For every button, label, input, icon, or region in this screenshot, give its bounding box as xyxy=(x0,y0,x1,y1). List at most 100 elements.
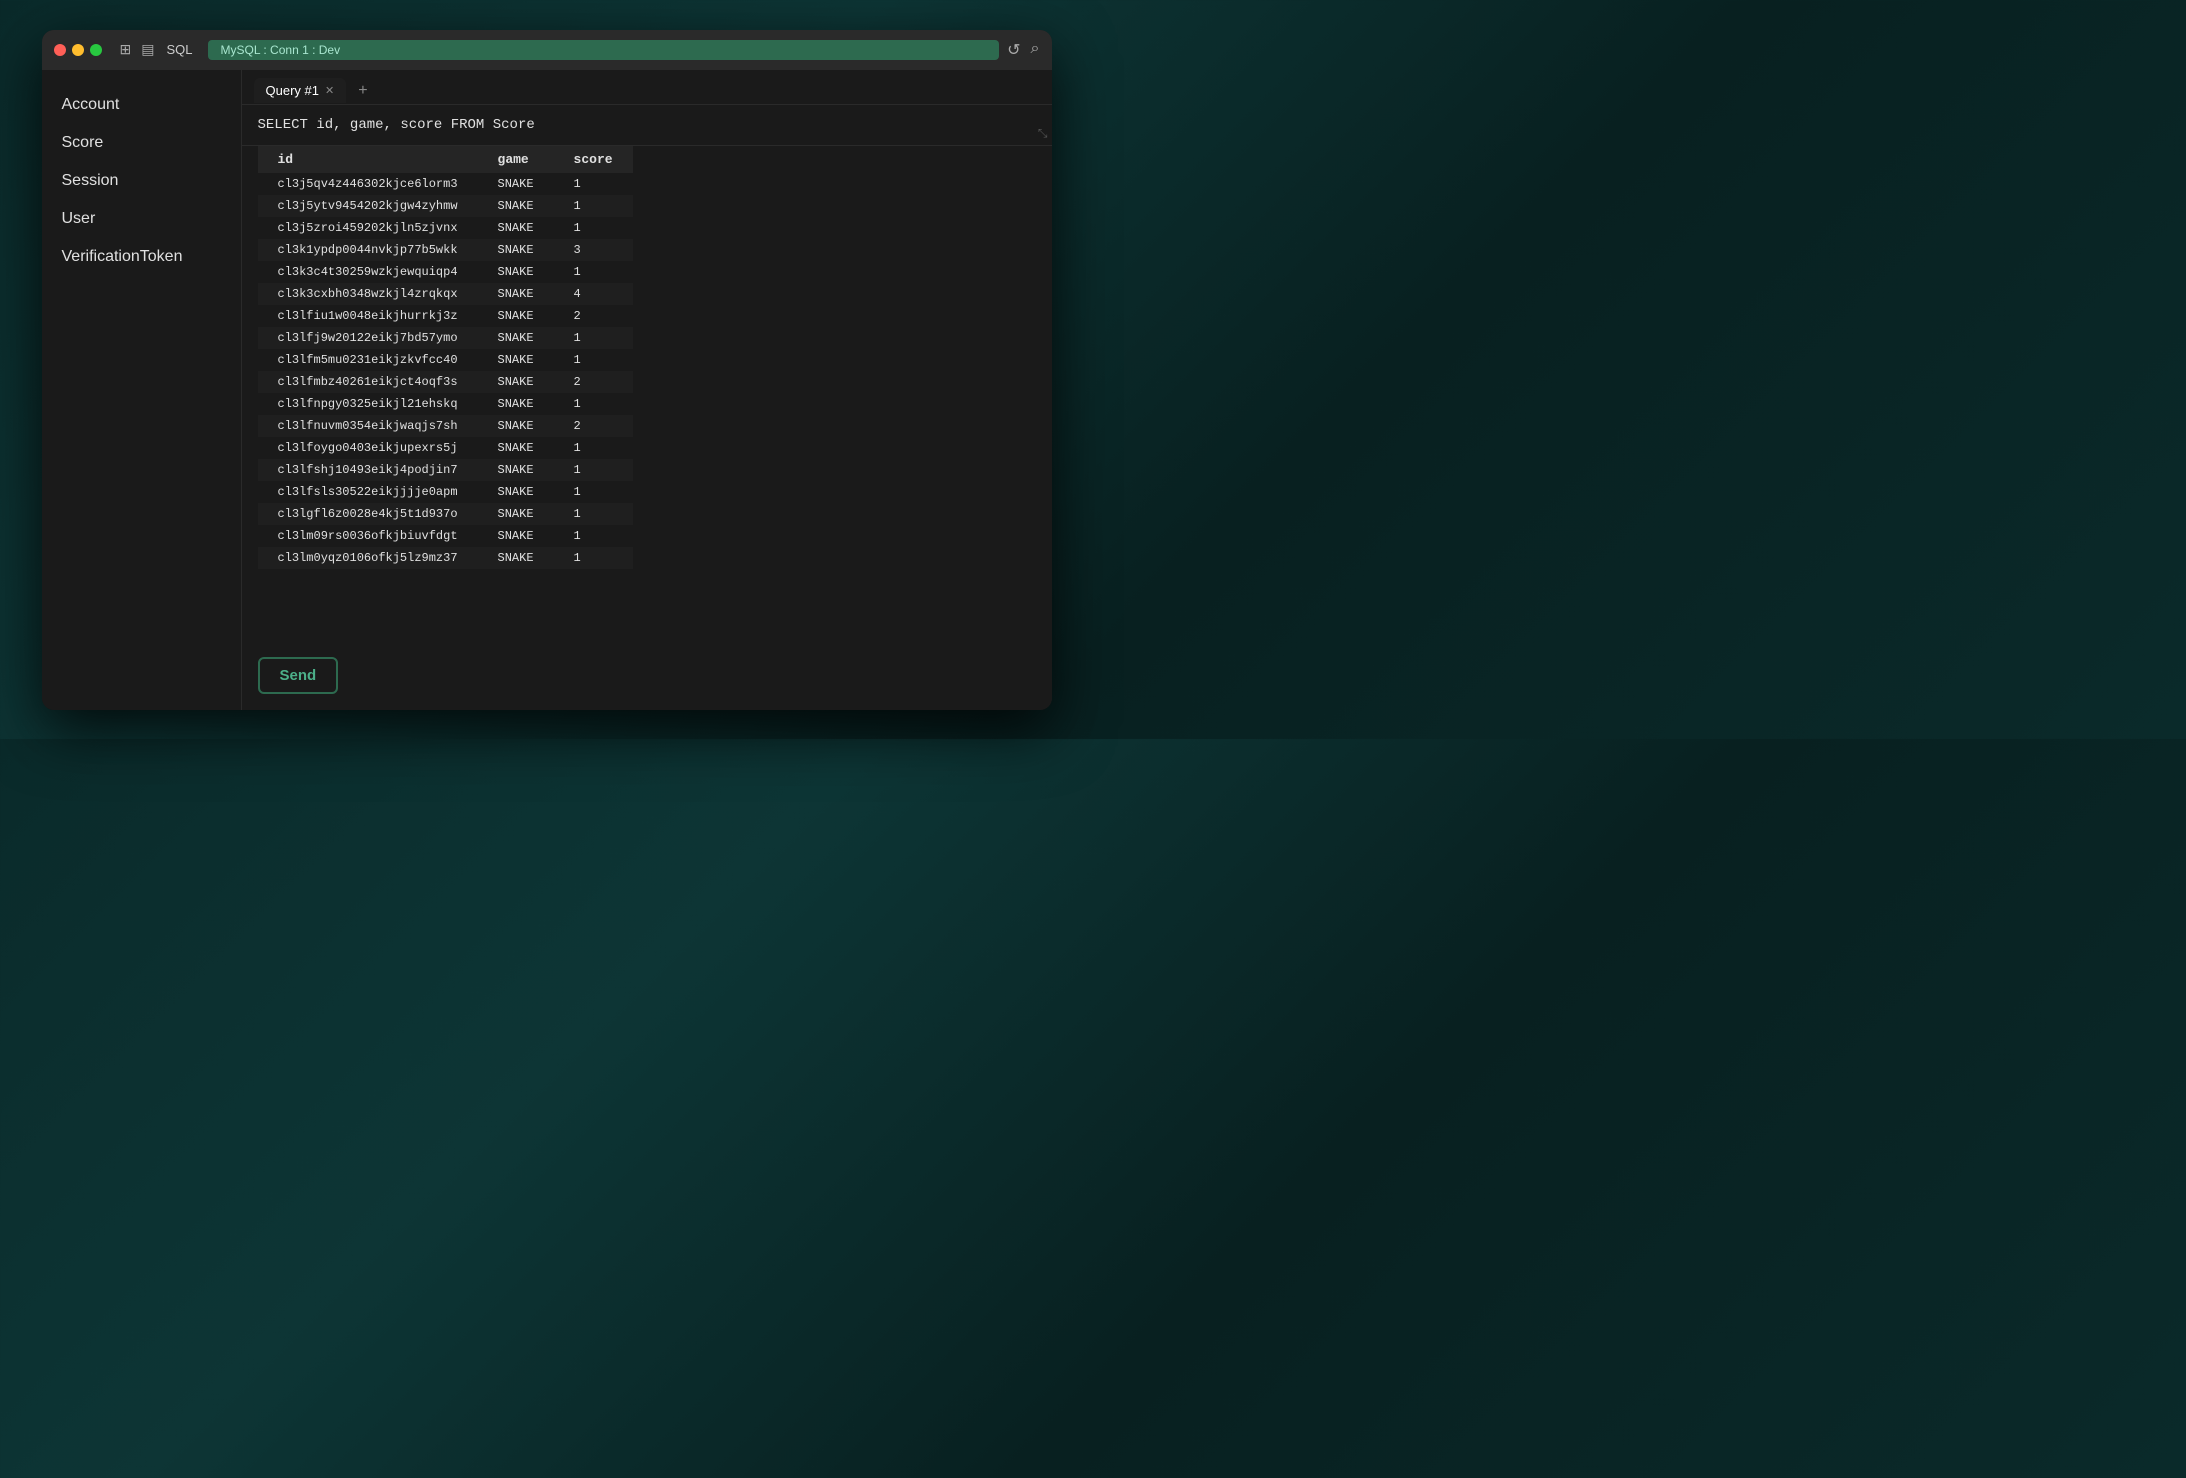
sql-label: SQL xyxy=(166,42,192,57)
cell-game: SNAKE xyxy=(478,305,554,327)
cell-score: 1 xyxy=(554,525,633,547)
cell-score: 1 xyxy=(554,261,633,283)
col-header-id: id xyxy=(258,146,478,173)
cell-id: cl3j5qv4z446302kjce6lorm3 xyxy=(258,173,478,195)
close-button[interactable] xyxy=(54,44,66,56)
titlebar-icons: ⊞ ▤ xyxy=(120,41,155,58)
table-row: cl3lfnpgy0325eikjl21ehskqSNAKE1 xyxy=(258,393,633,415)
cell-game: SNAKE xyxy=(478,459,554,481)
cell-id: cl3lfm5mu0231eikjzkvfcc40 xyxy=(258,349,478,371)
cell-game: SNAKE xyxy=(478,393,554,415)
cell-score: 4 xyxy=(554,283,633,305)
sidebar-item[interactable]: Session xyxy=(42,162,241,200)
table-row: cl3j5ytv9454202kjgw4zyhmwSNAKE1 xyxy=(258,195,633,217)
cell-score: 1 xyxy=(554,437,633,459)
table-row: cl3k1ypdp0044nvkjp77b5wkkSNAKE3 xyxy=(258,239,633,261)
cell-id: cl3lfshj10493eikj4podjin7 xyxy=(258,459,478,481)
maximize-button[interactable] xyxy=(90,44,102,56)
minimize-button[interactable] xyxy=(72,44,84,56)
cell-game: SNAKE xyxy=(478,437,554,459)
cell-id: cl3lfsls30522eikjjjje0apm xyxy=(258,481,478,503)
cell-id: cl3lm0yqz0106ofkj5lz9mz37 xyxy=(258,547,478,569)
resize-handle[interactable]: ⤡ xyxy=(1038,126,1048,141)
cell-id: cl3j5zroi459202kjln5zjvnx xyxy=(258,217,478,239)
sidebar-item[interactable]: User xyxy=(42,200,241,238)
table-row: cl3lfiu1w0048eikjhurrkj3zSNAKE2 xyxy=(258,305,633,327)
cell-score: 1 xyxy=(554,481,633,503)
main-content: AccountScoreSessionUserVerificationToken… xyxy=(42,70,1052,710)
cell-score: 1 xyxy=(554,459,633,481)
tab-label: Query #1 xyxy=(266,83,319,98)
table-row: cl3k3c4t30259wzkjewquiqp4SNAKE1 xyxy=(258,261,633,283)
cell-id: cl3lfoygo0403eikjupexrs5j xyxy=(258,437,478,459)
search-icon[interactable]: ⌕ xyxy=(1031,40,1040,60)
cell-id: cl3lm09rs0036ofkjbiuvfdgt xyxy=(258,525,478,547)
traffic-lights xyxy=(54,44,102,56)
cell-score: 1 xyxy=(554,349,633,371)
cell-game: SNAKE xyxy=(478,195,554,217)
sidebar: AccountScoreSessionUserVerificationToken xyxy=(42,70,242,710)
app-window: ⊞ ▤ SQL MySQL : Conn 1 : Dev ↺ ⌕ Account… xyxy=(42,30,1052,710)
col-header-game: game xyxy=(478,146,554,173)
cell-id: cl3j5ytv9454202kjgw4zyhmw xyxy=(258,195,478,217)
table-row: cl3lfj9w20122eikj7bd57ymoSNAKE1 xyxy=(258,327,633,349)
cell-score: 1 xyxy=(554,393,633,415)
tab-query1[interactable]: Query #1 ✕ xyxy=(254,78,347,103)
cell-score: 2 xyxy=(554,371,633,393)
table-header-row: id game score xyxy=(258,146,633,173)
table-row: cl3lm09rs0036ofkjbiuvfdgtSNAKE1 xyxy=(258,525,633,547)
table-row: cl3lm0yqz0106ofkj5lz9mz37SNAKE1 xyxy=(258,547,633,569)
table-row: cl3lfnuvm0354eikjwaqjs7shSNAKE2 xyxy=(258,415,633,437)
cell-id: cl3k1ypdp0044nvkjp77b5wkk xyxy=(258,239,478,261)
table-row: cl3j5zroi459202kjln5zjvnxSNAKE1 xyxy=(258,217,633,239)
sidebar-item[interactable]: Account xyxy=(42,86,241,124)
col-header-score: score xyxy=(554,146,633,173)
query-editor[interactable]: SELECT id, game, score FROM Score ⤡ xyxy=(242,105,1052,146)
sidebar-item[interactable]: VerificationToken xyxy=(42,238,241,276)
refresh-icon[interactable]: ↺ xyxy=(1007,40,1020,60)
cell-game: SNAKE xyxy=(478,525,554,547)
cell-score: 2 xyxy=(554,415,633,437)
cell-score: 1 xyxy=(554,503,633,525)
titlebar-actions: ↺ ⌕ xyxy=(1007,40,1039,60)
cell-game: SNAKE xyxy=(478,349,554,371)
cell-id: cl3lfnpgy0325eikjl21ehskq xyxy=(258,393,478,415)
tab-add-button[interactable]: + xyxy=(350,78,375,104)
cell-id: cl3k3c4t30259wzkjewquiqp4 xyxy=(258,261,478,283)
table-row: cl3lfshj10493eikj4podjin7SNAKE1 xyxy=(258,459,633,481)
results-table: id game score cl3j5qv4z446302kjce6lorm3S… xyxy=(258,146,633,569)
cell-game: SNAKE xyxy=(478,415,554,437)
table-row: cl3k3cxbh0348wzkjl4zrqkqxSNAKE4 xyxy=(258,283,633,305)
send-button[interactable]: Send xyxy=(258,657,339,694)
cell-id: cl3lfmbz40261eikjct4oqf3s xyxy=(258,371,478,393)
cell-id: cl3lfiu1w0048eikjhurrkj3z xyxy=(258,305,478,327)
cell-score: 1 xyxy=(554,327,633,349)
table-row: cl3j5qv4z446302kjce6lorm3SNAKE1 xyxy=(258,173,633,195)
cell-score: 1 xyxy=(554,173,633,195)
table-row: cl3lfm5mu0231eikjzkvfcc40SNAKE1 xyxy=(258,349,633,371)
results-table-container: id game score cl3j5qv4z446302kjce6lorm3S… xyxy=(242,146,1052,649)
cell-id: cl3k3cxbh0348wzkjl4zrqkqx xyxy=(258,283,478,305)
titlebar: ⊞ ▤ SQL MySQL : Conn 1 : Dev ↺ ⌕ xyxy=(42,30,1052,70)
cell-id: cl3lgfl6z0028e4kj5t1d937o xyxy=(258,503,478,525)
database-icon: ⊞ xyxy=(120,41,132,58)
cell-score: 3 xyxy=(554,239,633,261)
query-text[interactable]: SELECT id, game, score FROM Score xyxy=(258,117,1036,133)
cell-game: SNAKE xyxy=(478,283,554,305)
cell-score: 1 xyxy=(554,547,633,569)
connection-badge[interactable]: MySQL : Conn 1 : Dev xyxy=(208,40,999,60)
cell-score: 2 xyxy=(554,305,633,327)
cell-score: 1 xyxy=(554,195,633,217)
results-tbody: cl3j5qv4z446302kjce6lorm3SNAKE1cl3j5ytv9… xyxy=(258,173,633,569)
query-area: Query #1 ✕ + SELECT id, game, score FROM… xyxy=(242,70,1052,710)
tab-close-icon[interactable]: ✕ xyxy=(325,84,334,97)
cell-game: SNAKE xyxy=(478,503,554,525)
table-row: cl3lfmbz40261eikjct4oqf3sSNAKE2 xyxy=(258,371,633,393)
cell-game: SNAKE xyxy=(478,481,554,503)
cell-game: SNAKE xyxy=(478,217,554,239)
table-row: cl3lgfl6z0028e4kj5t1d937oSNAKE1 xyxy=(258,503,633,525)
cell-game: SNAKE xyxy=(478,261,554,283)
table-icon: ▤ xyxy=(141,41,154,58)
cell-game: SNAKE xyxy=(478,239,554,261)
sidebar-item[interactable]: Score xyxy=(42,124,241,162)
